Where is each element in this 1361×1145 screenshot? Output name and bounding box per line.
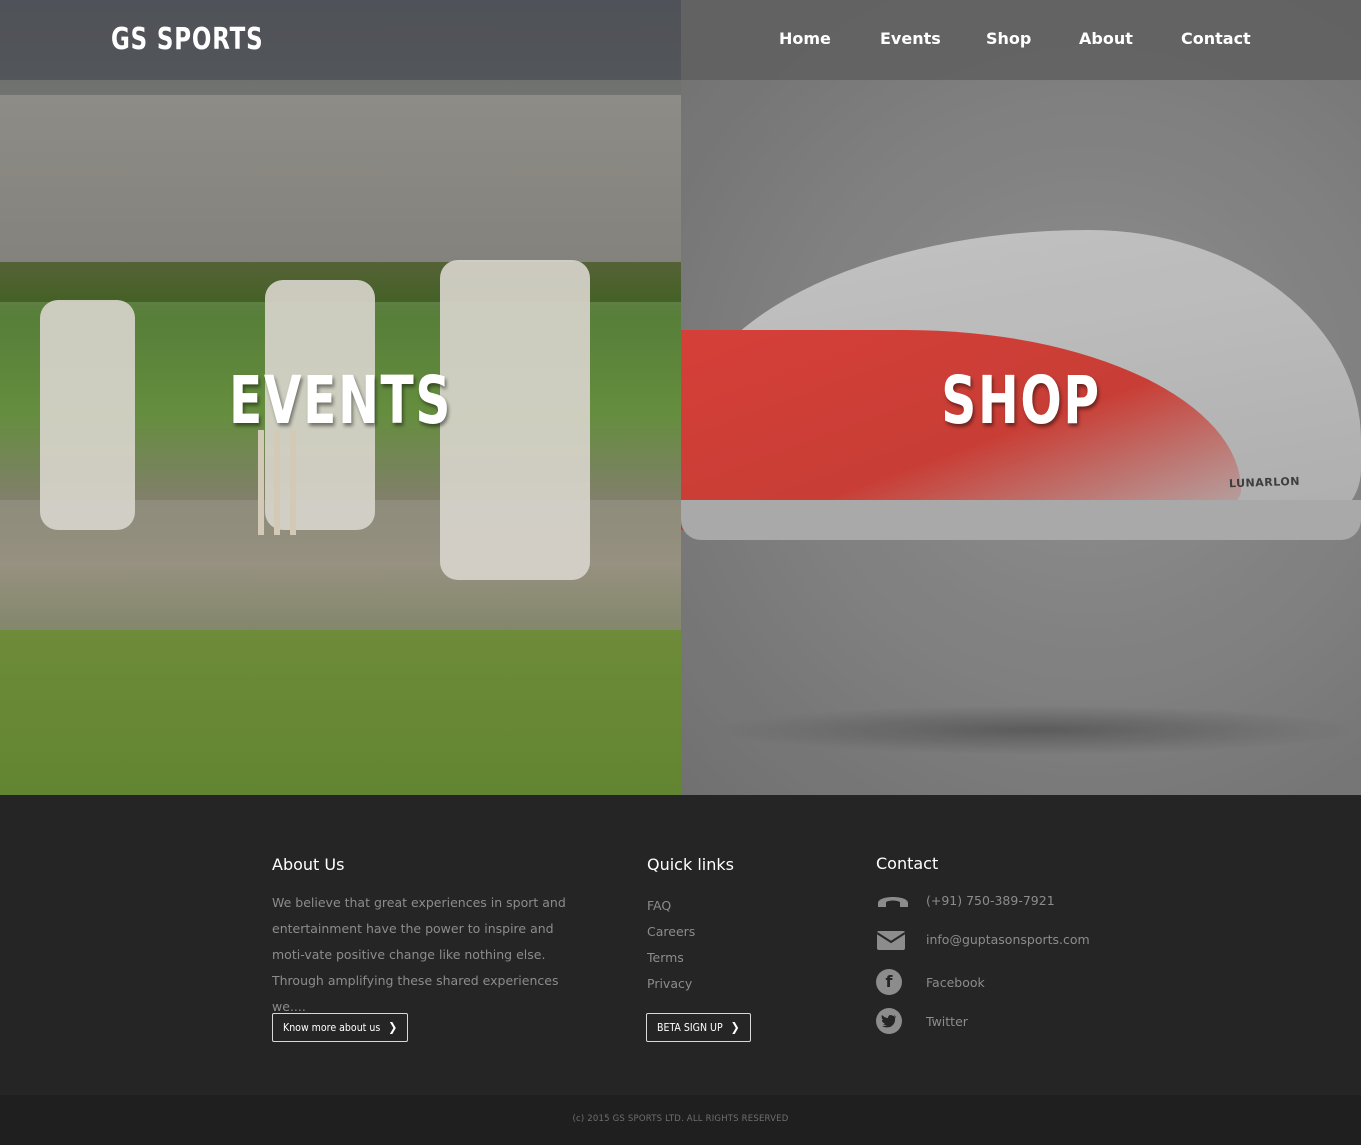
quick-link-privacy[interactable]: Privacy [647,971,695,997]
beta-signup-button[interactable]: BETA SIGN UP ❯ [646,1013,751,1042]
chevron-right-icon: ❯ [388,1020,398,1034]
quick-link-careers[interactable]: Careers [647,919,695,945]
events-title-text: EVENTS [228,362,453,439]
contact-email[interactable]: info@guptasonsports.com [926,932,1090,947]
about-text: We believe that great experiences in spo… [272,895,566,1014]
nav-item-about[interactable]: About [1079,29,1133,48]
about-heading: About Us [272,855,345,874]
nav-item-events[interactable]: Events [880,29,941,48]
know-more-button[interactable]: Know more about us ❯ [272,1013,409,1042]
hero-section: EVENTS LUNARLON SHOP [0,0,1361,795]
contact-twitter[interactable]: Twitter [926,1014,968,1029]
contact-heading: Contact [876,854,939,873]
phone-icon [876,889,910,917]
beta-signup-label: BETA SIGN UP [657,1022,723,1034]
chevron-right-icon: ❯ [730,1020,740,1034]
top-navigation-bar: GS SPORTS Home Events Shop About Contact [0,0,1361,80]
twitter-icon [876,1008,910,1036]
contact-facebook[interactable]: Facebook [926,975,985,990]
events-panel-title[interactable]: EVENTS [61,362,619,439]
site-footer: About Us We believe that great experienc… [0,795,1361,1095]
know-more-label: Know more about us [283,1022,381,1034]
contact-phone[interactable]: (+91) 750-389-7921 [926,893,1055,908]
copyright-bar: (c) 2015 GS SPORTS LTD. ALL RIGHTS RESER… [0,1095,1361,1145]
shop-panel-title[interactable]: SHOP [742,362,1300,439]
main-nav: Home Events Shop About Contact [0,29,1361,53]
copyright-text: (c) 2015 GS SPORTS LTD. ALL RIGHTS RESER… [572,1114,789,1124]
nav-item-shop[interactable]: Shop [986,29,1031,48]
nav-item-home[interactable]: Home [779,29,831,48]
shop-panel[interactable]: LUNARLON SHOP [681,0,1361,795]
events-panel[interactable]: EVENTS [0,0,681,795]
quick-link-faq[interactable]: FAQ [647,893,695,919]
nav-item-contact[interactable]: Contact [1181,29,1251,48]
quick-link-terms[interactable]: Terms [647,945,695,971]
envelope-icon [876,928,910,956]
facebook-icon: f [876,969,910,997]
quick-links-heading: Quick links [647,855,734,874]
quick-links-list: FAQ Careers Terms Privacy [647,893,695,997]
shop-title-text: SHOP [941,362,1101,439]
